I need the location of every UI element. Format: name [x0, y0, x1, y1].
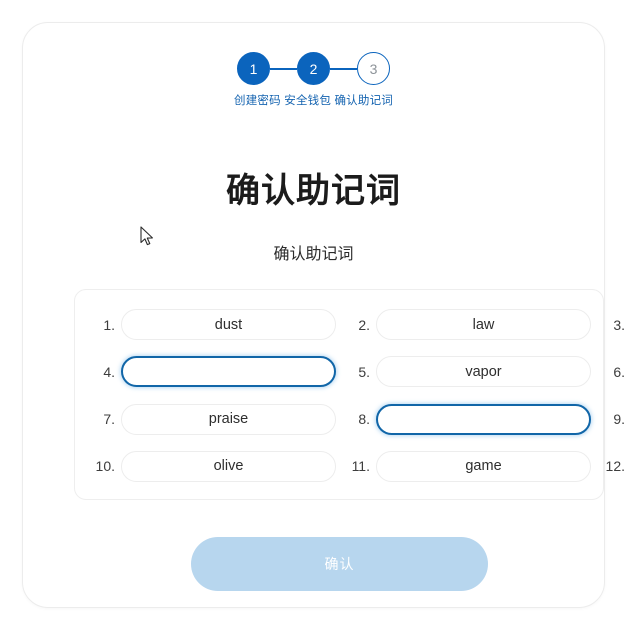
- step-3-label: 确认助记词: [334, 95, 393, 107]
- mnemonic-panel: 1. 2. 3. 4. 5. 6. 7. 8. 9. 10. 11. 12.: [74, 289, 625, 500]
- step-3-circle[interactable]: 3: [357, 52, 390, 85]
- mnemonic-word-input-4[interactable]: [121, 356, 336, 388]
- mnemonic-word-cell: 5.: [344, 353, 591, 390]
- mnemonic-word-cell: 1.: [89, 306, 336, 343]
- page-root: 1 2 3 创建密码 安全钱包 确认助记词 确认助记词 确认助记词 1. dus…: [0, 0, 626, 621]
- step-2-circle[interactable]: 2: [297, 52, 330, 85]
- mnemonic-word-index: 11.: [351, 458, 370, 475]
- step-2-number: 2: [309, 60, 318, 77]
- mnemonic-word-cell: 3.: [599, 306, 626, 343]
- mnemonic-word-input-1[interactable]: [121, 309, 336, 341]
- stepper-circles: 1 2 3: [237, 52, 390, 85]
- step-1-circle[interactable]: 1: [237, 52, 270, 85]
- mnemonic-word-cell: 11.: [344, 448, 591, 485]
- step-2-label: 安全钱包: [284, 95, 332, 107]
- mnemonic-word-index: 2.: [358, 316, 370, 333]
- stepper-labels: 创建密码 安全钱包 确认助记词: [232, 94, 396, 109]
- step-1-label: 创建密码: [234, 95, 281, 107]
- mnemonic-word-index: 3.: [613, 316, 625, 333]
- mnemonic-word-index: 10.: [95, 458, 115, 475]
- mnemonic-word-cell: 12.: [599, 448, 626, 485]
- page-title: 确认助记词: [226, 172, 401, 210]
- mnemonic-word-index: 12.: [605, 458, 625, 475]
- mnemonic-word-index: 1.: [103, 316, 115, 333]
- step-connector-1-2: [270, 67, 297, 70]
- mnemonic-word-index: 5.: [358, 363, 370, 380]
- step-connector-2-3: [330, 67, 357, 70]
- mnemonic-word-cell: 9.: [599, 401, 626, 438]
- mnemonic-word-input-10[interactable]: [121, 450, 336, 482]
- step-3-number: 3: [369, 60, 378, 77]
- mnemonic-word-index: 6.: [613, 363, 625, 380]
- step-1-number: 1: [249, 60, 258, 77]
- mnemonic-word-input-8[interactable]: [376, 403, 591, 435]
- mnemonic-word-cell: 7.: [89, 401, 336, 438]
- mnemonic-word-cell: 2.: [344, 306, 591, 343]
- page-subtitle: 确认助记词: [273, 246, 354, 263]
- mnemonic-word-input-11[interactable]: [376, 450, 591, 482]
- mnemonic-word-input-2[interactable]: [376, 309, 591, 341]
- mnemonic-word-input-5[interactable]: [376, 356, 591, 388]
- wizard-stepper: 1 2 3 创建密码 安全钱包 确认助记词: [23, 52, 604, 109]
- onboarding-card: 1 2 3 创建密码 安全钱包 确认助记词 确认助记词 确认助记词 1. dus…: [22, 22, 625, 608]
- mnemonic-word-cell: 10.: [89, 448, 336, 485]
- mnemonic-grid: 1. 2. 3. 4. 5. 6. 7. 8. 9. 10. 11. 12.: [89, 306, 625, 485]
- mnemonic-word-cell: 8.: [344, 401, 591, 438]
- mnemonic-word-cell: 4.: [89, 353, 336, 390]
- mnemonic-word-cell: 6.: [599, 353, 626, 390]
- mnemonic-word-input-7[interactable]: [121, 403, 336, 435]
- confirm-button[interactable]: 确认: [191, 537, 488, 591]
- mnemonic-word-index: 7.: [103, 411, 115, 428]
- mnemonic-word-index: 9.: [613, 411, 625, 428]
- mnemonic-word-index: 8.: [358, 411, 370, 428]
- mnemonic-word-index: 4.: [103, 363, 115, 380]
